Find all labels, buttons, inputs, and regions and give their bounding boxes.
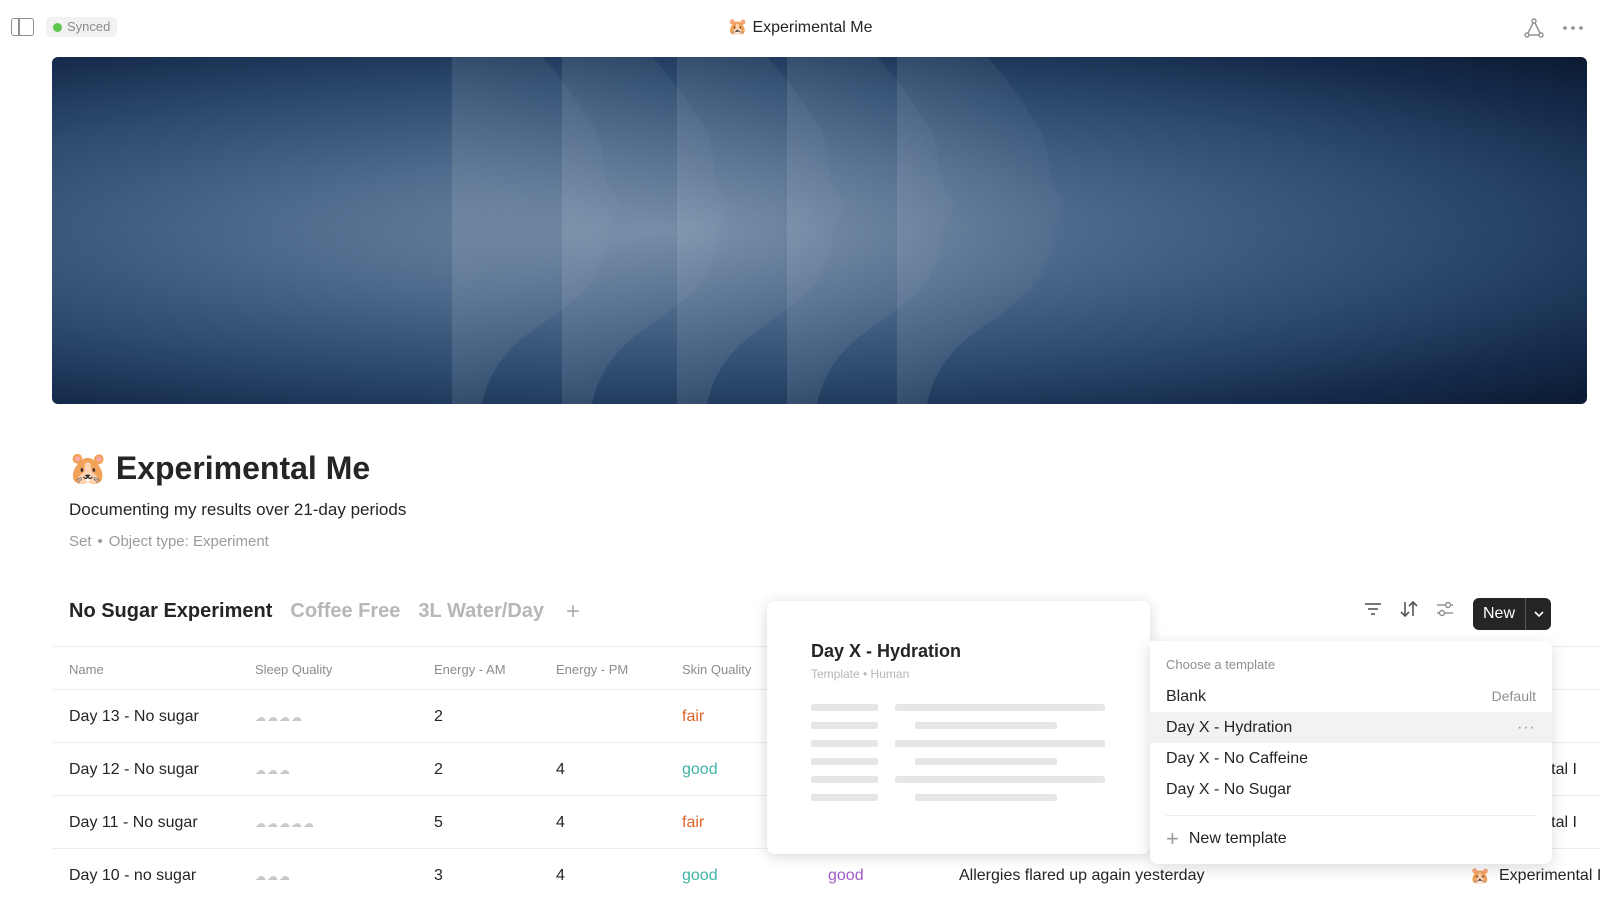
row-skin-quality[interactable]: good xyxy=(682,867,718,885)
new-template-button[interactable]: + New template xyxy=(1166,826,1287,851)
page-title: 🐹 Experimental Me xyxy=(68,449,370,487)
template-preview-card: Day X - Hydration Template • Human xyxy=(767,601,1150,854)
column-header-energy-am[interactable]: Energy - AM xyxy=(434,662,506,677)
row-energy-pm[interactable]: 4 xyxy=(556,761,565,779)
row-skin-quality[interactable]: fair xyxy=(682,708,704,726)
row-energy-am[interactable]: 5 xyxy=(434,814,443,832)
tab-3l-water-day[interactable]: 3L Water/Day xyxy=(418,600,544,623)
menu-divider xyxy=(1166,815,1536,816)
new-object-button: New xyxy=(1473,598,1552,630)
preview-placeholder-line xyxy=(811,740,878,747)
graph-icon[interactable] xyxy=(1523,17,1545,39)
top-bar: Synced 🐹 Experimental Me xyxy=(0,0,1600,56)
row-energy-am[interactable]: 3 xyxy=(434,867,443,885)
row-linked-object[interactable]: Experimental I xyxy=(1499,867,1600,885)
chevron-down-icon xyxy=(1533,611,1544,618)
default-badge: Default xyxy=(1491,688,1536,704)
preview-placeholder-line xyxy=(811,704,878,711)
template-item-label: Day X - No Caffeine xyxy=(1166,750,1308,767)
template-item-label: Blank xyxy=(1166,688,1207,705)
preview-placeholder-line xyxy=(811,794,878,801)
page-description[interactable]: Documenting my results over 21-day perio… xyxy=(69,500,406,520)
tab-no-sugar-experiment[interactable]: No Sugar Experiment xyxy=(69,600,272,623)
row-sleep-quality[interactable]: ☁☁☁ xyxy=(255,870,291,883)
tab-coffee-free[interactable]: Coffee Free xyxy=(290,600,400,623)
preview-placeholder-line xyxy=(811,776,878,783)
preview-subtitle: Template • Human xyxy=(811,667,910,681)
view-toolbar xyxy=(1362,598,1456,620)
row-extra-quality[interactable]: good xyxy=(828,867,864,885)
preview-placeholder-line xyxy=(895,704,1105,711)
column-header-energy-pm[interactable]: Energy - PM xyxy=(556,662,628,677)
row-energy-am[interactable]: 2 xyxy=(434,761,443,779)
template-item-blank[interactable]: Blank Default xyxy=(1150,681,1552,712)
row-skin-quality[interactable]: good xyxy=(682,761,718,779)
preview-placeholder-line xyxy=(915,722,1057,729)
view-tabs: No Sugar Experiment Coffee Free 3L Water… xyxy=(69,599,580,623)
hamster-emoji-icon: 🐹 xyxy=(727,19,748,36)
cover-image[interactable] xyxy=(52,57,1587,404)
page-title-text[interactable]: Experimental Me xyxy=(116,450,370,487)
page-emoji-icon[interactable]: 🐹 xyxy=(68,449,108,487)
template-menu-heading: Choose a template xyxy=(1166,657,1276,672)
meta-type: Set xyxy=(69,533,92,550)
row-sleep-quality[interactable]: ☁☁☁☁ xyxy=(255,711,303,724)
column-header-name[interactable]: Name xyxy=(69,662,104,677)
preview-placeholder-line xyxy=(895,740,1105,747)
row-energy-pm[interactable]: 4 xyxy=(556,814,565,832)
window-title: 🐹 Experimental Me xyxy=(0,17,1600,37)
row-link-emoji-icon: 🐹 xyxy=(1470,868,1490,885)
template-item-label: Day X - Hydration xyxy=(1166,719,1293,736)
template-menu: Choose a template Blank Default Day X - … xyxy=(1150,641,1552,864)
row-sleep-quality[interactable]: ☁☁☁☁☁ xyxy=(255,817,315,830)
window-title-text: Experimental Me xyxy=(752,19,873,36)
more-icon[interactable] xyxy=(1561,17,1585,39)
column-header-skin-quality[interactable]: Skin Quality xyxy=(682,662,751,677)
row-sleep-quality[interactable]: ☁☁☁ xyxy=(255,764,291,777)
plus-icon: + xyxy=(1166,826,1179,851)
preview-placeholder-line xyxy=(915,758,1057,765)
template-item-label: Day X - No Sugar xyxy=(1166,781,1292,798)
preview-placeholder-line xyxy=(811,758,878,765)
row-name[interactable]: Day 12 - No sugar xyxy=(69,761,199,779)
row-name[interactable]: Day 11 - No sugar xyxy=(69,814,198,832)
preview-placeholder-line xyxy=(895,776,1105,783)
row-note[interactable]: Allergies flared up again yesterday xyxy=(959,867,1204,885)
preview-placeholder-line xyxy=(811,722,878,729)
template-item-no-sugar[interactable]: Day X - No Sugar xyxy=(1150,774,1552,805)
sort-icon[interactable] xyxy=(1398,598,1420,620)
add-view-button[interactable]: + xyxy=(566,599,580,623)
new-template-label: New template xyxy=(1188,830,1287,847)
row-energy-am[interactable]: 2 xyxy=(434,708,443,726)
page-meta: Set • Object type: Experiment xyxy=(69,533,269,550)
preview-placeholder-line xyxy=(915,794,1057,801)
row-skin-quality[interactable]: fair xyxy=(682,814,704,832)
new-button[interactable]: New xyxy=(1473,598,1525,630)
new-dropdown-button[interactable] xyxy=(1525,598,1551,630)
meta-object-type[interactable]: Object type: Experiment xyxy=(109,533,269,550)
row-name[interactable]: Day 13 - No sugar xyxy=(69,708,199,726)
meta-separator: • xyxy=(97,533,103,550)
template-item-hydration[interactable]: Day X - Hydration ··· xyxy=(1150,712,1552,743)
column-header-sleep-quality[interactable]: Sleep Quality xyxy=(255,662,332,677)
template-item-no-caffeine[interactable]: Day X - No Caffeine xyxy=(1150,743,1552,774)
row-name[interactable]: Day 10 - no sugar xyxy=(69,867,196,885)
row-energy-pm[interactable]: 4 xyxy=(556,867,565,885)
preview-title: Day X - Hydration xyxy=(811,641,962,661)
template-more-icon[interactable]: ··· xyxy=(1517,712,1536,743)
filter-icon[interactable] xyxy=(1362,598,1384,620)
settings-icon[interactable] xyxy=(1434,598,1456,620)
